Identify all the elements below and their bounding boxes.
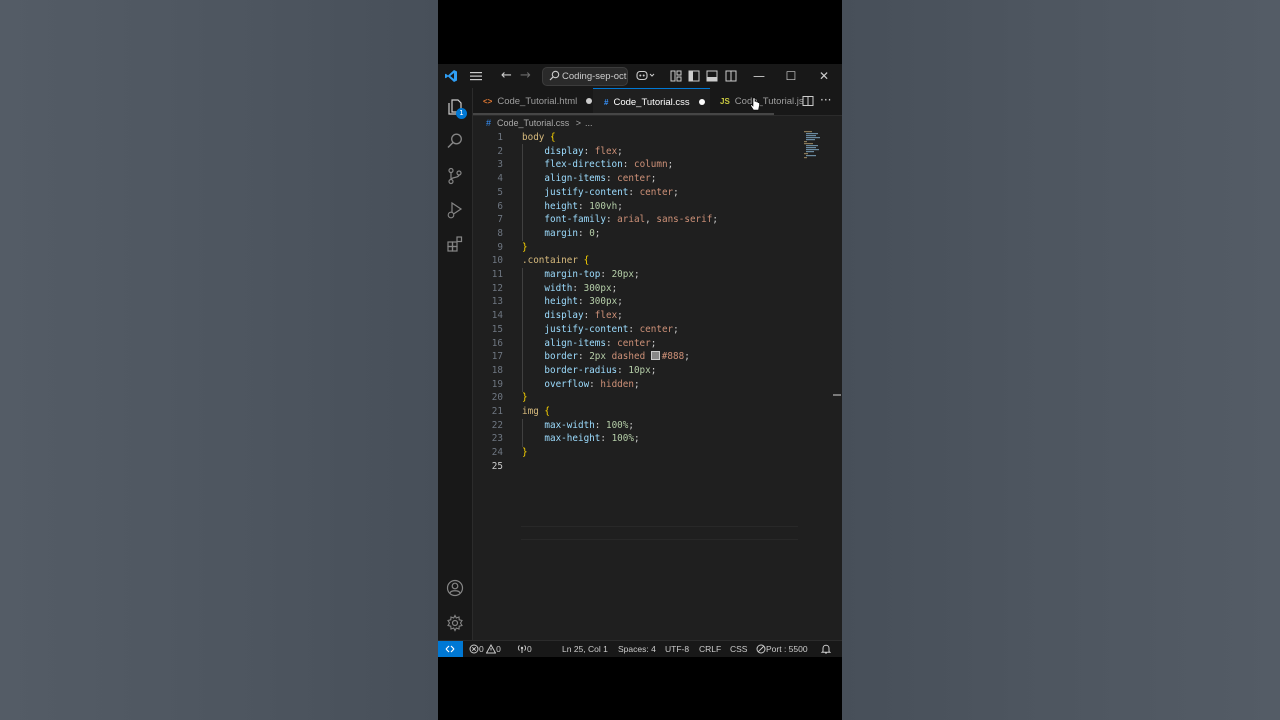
code-line-16: align-items: center;	[544, 337, 657, 349]
run-and-debug-icon[interactable]	[446, 201, 464, 219]
menu-icon[interactable]	[470, 70, 482, 82]
remote-icon	[445, 645, 455, 653]
code-line-4: align-items: center;	[544, 173, 657, 185]
error-icon	[469, 644, 479, 654]
vscode-logo-icon	[445, 70, 457, 82]
minimap[interactable]	[803, 130, 823, 160]
language-mode[interactable]: CSS	[730, 641, 747, 657]
breadcrumb-file[interactable]: Code_Tutorial.css	[497, 118, 569, 128]
code-line-24: }	[522, 447, 528, 459]
editor-tabs: <> Code_Tutorial.html # Code_Tutorial.css …	[473, 88, 842, 116]
code-line-20: }	[522, 392, 528, 404]
line-ending[interactable]: CRLF	[699, 641, 721, 657]
toggle-panel-icon[interactable]	[706, 70, 718, 82]
code-line-12: width: 300px;	[544, 282, 618, 294]
forward-arrow-icon[interactable]: →	[520, 64, 531, 88]
warning-count: 0	[496, 644, 501, 654]
code-line-5: justify-content: center;	[544, 186, 679, 198]
error-count: 0	[479, 644, 484, 654]
no-entry-icon	[756, 644, 766, 654]
code-line-19: overflow: hidden;	[544, 378, 640, 390]
code-line-14: display: flex;	[544, 310, 623, 322]
breadcrumb-symbol[interactable]: ...	[585, 118, 593, 128]
code-editor[interactable]: 1 2 3 4 5 6 7 8 9 10 11 12 13 14 15 16 17 18 19 20 21 22 23 24 2…	[473, 130, 842, 640]
mouse-cursor-icon	[750, 97, 760, 111]
broadcast-icon	[517, 645, 527, 653]
tabs-scrollbar[interactable]	[473, 113, 774, 115]
overview-ruler-cursor	[833, 394, 841, 396]
command-center-search[interactable]: Coding-sep-oct	[542, 67, 628, 86]
close-button[interactable]: ✕	[814, 64, 834, 88]
code-line-7: font-family: arial, sans-serif;	[544, 214, 718, 226]
code-line-6: height: 100vh;	[544, 200, 623, 212]
code-line-21: img {	[522, 406, 551, 417]
ports-indicator[interactable]: 0	[517, 641, 532, 657]
tab-code-tutorial-css[interactable]: # Code_Tutorial.css	[593, 88, 710, 115]
source-control-icon[interactable]	[446, 167, 464, 185]
css-file-icon: #	[486, 118, 492, 128]
modified-dot-icon[interactable]	[586, 98, 593, 105]
back-arrow-icon[interactable]: ←	[501, 64, 512, 88]
toggle-secondary-sidebar-icon[interactable]	[725, 70, 737, 82]
more-actions-icon[interactable]: ···	[820, 88, 831, 113]
js-file-icon: JS	[720, 97, 730, 106]
minimize-button[interactable]: —	[749, 64, 769, 88]
code-line-9: }	[522, 241, 528, 253]
background-left	[0, 0, 438, 720]
vscode-window: ← → Coding-sep-oct — ☐ ✕ 1 <> Code_Tutor…	[438, 64, 842, 657]
port-label: Port : 5500	[766, 644, 808, 654]
code-line-3: flex-direction: column;	[544, 159, 674, 171]
css-file-icon: #	[604, 98, 609, 107]
toggle-sidebar-icon[interactable]	[688, 70, 700, 82]
ports-count: 0	[527, 644, 532, 654]
activity-bar: 1	[438, 88, 473, 640]
search-icon	[549, 70, 560, 81]
tab-label: Code_Tutorial.html	[497, 96, 578, 107]
tab-label: Code_Tutorial.css	[613, 97, 690, 108]
code-line-8: margin: 0;	[544, 227, 601, 239]
html-file-icon: <>	[483, 97, 493, 106]
code-line-10: .container {	[522, 255, 590, 267]
problems-indicator[interactable]: 0 0	[469, 641, 501, 657]
code-line-13: height: 300px;	[544, 296, 623, 308]
copilot-icon[interactable]	[636, 69, 656, 82]
live-server-port[interactable]: Port : 5500	[756, 641, 808, 657]
line-number: 25	[473, 460, 763, 474]
gear-icon[interactable]	[446, 614, 464, 632]
line-number-label: 25	[491, 460, 503, 472]
customize-layout-icon[interactable]	[670, 70, 682, 82]
tab-code-tutorial-html[interactable]: <> Code_Tutorial.html	[473, 88, 601, 115]
remote-indicator[interactable]	[438, 641, 463, 657]
code-line-22: max-width: 100%;	[544, 419, 634, 431]
code-line-1: body {	[522, 132, 556, 143]
code-line-17: border: 2px dashed #888;	[544, 351, 690, 363]
split-editor-icon[interactable]	[802, 95, 814, 107]
extensions-icon[interactable]	[446, 235, 464, 253]
modified-dot-icon[interactable]	[698, 99, 705, 106]
chevron-right-icon: >	[575, 118, 581, 128]
code-line-2: display: flex;	[544, 145, 623, 157]
search-icon[interactable]	[446, 132, 464, 150]
indentation[interactable]: Spaces: 4	[618, 641, 656, 657]
background-right	[842, 0, 1280, 720]
bell-icon[interactable]	[821, 644, 831, 654]
breadcrumb[interactable]: # Code_Tutorial.css >...	[486, 116, 593, 130]
maximize-button[interactable]: ☐	[781, 64, 801, 88]
code-line-15: justify-content: center;	[544, 323, 679, 335]
color-swatch[interactable]	[650, 351, 660, 361]
warning-icon	[485, 643, 497, 654]
search-text: Coding-sep-oct	[562, 71, 627, 82]
explorer-badge: 1	[456, 108, 467, 119]
code-line-11: margin-top: 20px;	[544, 269, 640, 280]
code-line-18: border-radius: 10px;	[544, 364, 657, 376]
accounts-icon[interactable]	[446, 579, 464, 597]
current-line-highlight	[521, 526, 798, 540]
status-bar: 0 0 0 Ln 25, Col 1 Spaces: 4 UTF-8 CRLF …	[438, 640, 842, 657]
cursor-position[interactable]: Ln 25, Col 1	[562, 641, 608, 657]
title-bar: ← → Coding-sep-oct — ☐ ✕	[438, 64, 842, 88]
tab-label: Code_Tutorial.js	[734, 96, 804, 107]
code-line-23: max-height: 100%;	[544, 433, 640, 445]
video-frame: ← → Coding-sep-oct — ☐ ✕ 1 <> Code_Tutor…	[438, 0, 842, 720]
encoding[interactable]: UTF-8	[665, 641, 689, 657]
